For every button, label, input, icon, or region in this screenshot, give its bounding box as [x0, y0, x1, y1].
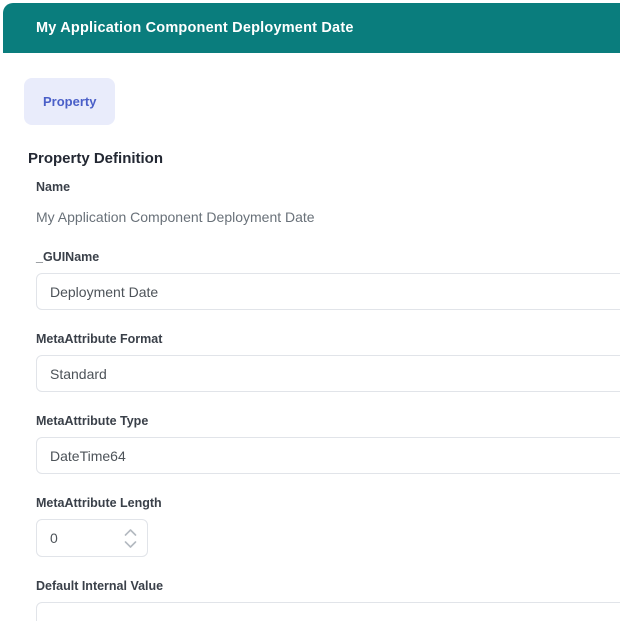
meta-length-label: MetaAttribute Length — [36, 496, 620, 510]
field-meta-type: MetaAttribute Type — [36, 414, 620, 474]
field-default-internal-value: Default Internal Value — [36, 579, 620, 621]
tab-property[interactable]: Property — [24, 78, 115, 125]
field-meta-length: MetaAttribute Length — [36, 496, 620, 557]
meta-length-input[interactable] — [37, 520, 99, 556]
default-internal-value-input[interactable] — [36, 602, 620, 621]
name-label: Name — [36, 180, 620, 194]
field-gui-name: _GUIName — [36, 250, 620, 310]
field-name: Name My Application Component Deployment… — [36, 180, 620, 225]
default-internal-value-label: Default Internal Value — [36, 579, 620, 593]
meta-format-label: MetaAttribute Format — [36, 332, 620, 346]
name-value: My Application Component Deployment Date — [36, 209, 620, 225]
meta-length-stepper — [36, 519, 148, 557]
gui-name-label: _GUIName — [36, 250, 620, 264]
chevron-up-icon[interactable] — [122, 527, 138, 538]
property-definition-form: Name My Application Component Deployment… — [36, 180, 620, 621]
chevron-down-icon[interactable] — [122, 539, 138, 550]
field-meta-format: MetaAttribute Format — [36, 332, 620, 392]
panel-header: My Application Component Deployment Date — [3, 3, 620, 53]
gui-name-input[interactable] — [36, 273, 620, 310]
page-title: My Application Component Deployment Date — [36, 20, 354, 36]
meta-type-input[interactable] — [36, 437, 620, 474]
section-title: Property Definition — [28, 150, 620, 167]
meta-type-label: MetaAttribute Type — [36, 414, 620, 428]
meta-format-input[interactable] — [36, 355, 620, 392]
tab-bar: Property — [24, 78, 620, 125]
stepper-buttons — [122, 527, 138, 550]
